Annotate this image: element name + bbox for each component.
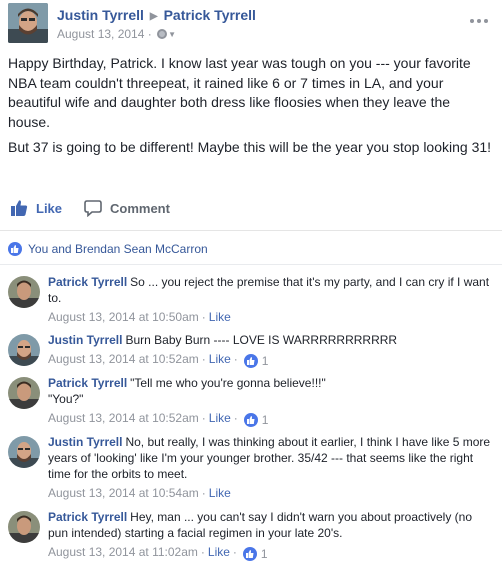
like-reaction-icon: [243, 413, 258, 427]
facebook-post: Justin Tyrrell ▶ Patrick Tyrrell August 13…: [0, 0, 502, 564]
comment-author-link[interactable]: Patrick Tyrrell: [48, 275, 127, 289]
author-avatar[interactable]: [8, 3, 48, 43]
divider: [0, 230, 502, 231]
like-reaction-icon: [8, 242, 22, 256]
comment-content: Patrick Tyrrell "Tell me who you're gonna…: [48, 375, 494, 391]
like-label: Like: [36, 200, 63, 216]
recipient-name-link[interactable]: Patrick Tyrrell: [164, 7, 256, 23]
comment-button[interactable]: Comment: [84, 196, 170, 220]
comment-meta: August 13, 2014 at 10:50am · Like: [48, 310, 231, 324]
comment-meta: August 13, 2014 at 11:02am · Like · 1: [48, 545, 268, 562]
comment-reactions[interactable]: 1: [243, 412, 269, 428]
reactions-summary-text: You and Brendan Sean McCarron: [28, 242, 208, 256]
comment-body: Patrick Tyrrell Hey, man ... you can't sa…: [48, 509, 494, 562]
comment-like-link[interactable]: Like: [209, 352, 231, 366]
comment-author-link[interactable]: Patrick Tyrrell: [48, 376, 127, 390]
more-options-icon[interactable]: [470, 10, 492, 23]
reactions-summary[interactable]: You and Brendan Sean McCarron: [8, 240, 208, 258]
comment-like-link[interactable]: Like: [209, 411, 231, 425]
separator-dot: ·: [147, 27, 152, 41]
comment-like-link[interactable]: Like: [208, 545, 230, 559]
comment-body: Patrick Tyrrell "Tell me who you're gonna…: [48, 375, 494, 428]
comment-reactions[interactable]: 1: [242, 546, 268, 562]
like-button[interactable]: Like: [10, 196, 62, 220]
thumbs-up-icon: [11, 200, 28, 216]
comment-meta: August 13, 2014 at 10:52am · Like · 1: [48, 411, 269, 428]
comment-timestamp[interactable]: August 13, 2014 at 10:52am: [48, 411, 199, 425]
comment-text-line: "You?": [48, 392, 84, 406]
comment-label: Comment: [110, 200, 170, 216]
comment-icon: [84, 200, 102, 217]
comment-content: Justin Tyrrell Burn Baby Burn ---- LOVE I…: [48, 332, 494, 348]
post-meta: August 13, 2014 · ▼: [57, 27, 176, 41]
commenter-avatar[interactable]: [8, 511, 40, 543]
comment-body: Justin Tyrrell No, but really, I was thin…: [48, 434, 494, 501]
post-date[interactable]: August 13, 2014: [57, 27, 144, 41]
commenter-avatar[interactable]: [8, 436, 40, 468]
comment-content: Patrick Tyrrell So ... you reject the pre…: [48, 274, 494, 306]
post-actions: Like Comment: [8, 196, 494, 222]
comment-author-link[interactable]: Patrick Tyrrell: [48, 510, 127, 524]
comment-body: Justin Tyrrell Burn Baby Burn ---- LOVE I…: [48, 332, 494, 369]
post-paragraph: But 37 is going to be different! Maybe t…: [8, 139, 492, 155]
comment-body: Patrick Tyrrell So ... you reject the pre…: [48, 274, 494, 325]
comment-author-link[interactable]: Justin Tyrrell: [48, 333, 122, 347]
comment-author-link[interactable]: Justin Tyrrell: [48, 435, 122, 449]
reaction-count: 1: [261, 354, 269, 368]
comment-text-line: "Tell me who you're gonna believe!!!": [130, 376, 326, 390]
comment-meta: August 13, 2014 at 10:54am · Like: [48, 486, 231, 500]
comment-text: Burn Baby Burn ---- LOVE IS WARRRRRRRRRR…: [125, 333, 398, 347]
divider: [0, 264, 502, 265]
comment-content: Justin Tyrrell No, but really, I was thin…: [48, 434, 494, 482]
comment-timestamp[interactable]: August 13, 2014 at 10:54am: [48, 486, 199, 500]
like-reaction-icon: [242, 547, 257, 561]
commenter-avatar[interactable]: [8, 377, 40, 409]
comment-timestamp[interactable]: August 13, 2014 at 11:02am: [48, 545, 198, 559]
comment-like-link[interactable]: Like: [209, 486, 231, 500]
globe-icon[interactable]: [157, 29, 168, 39]
comment-timestamp[interactable]: August 13, 2014 at 10:52am: [48, 352, 199, 366]
like-reaction-icon: [243, 354, 258, 368]
post-paragraph: Happy Birthday, Patrick. I know last yea…: [8, 55, 471, 130]
comment-like-link[interactable]: Like: [209, 310, 231, 324]
reaction-count: 1: [261, 413, 269, 427]
comment-meta: August 13, 2014 at 10:52am · Like · 1: [48, 352, 269, 369]
arrow-right-icon: ▶: [149, 11, 158, 22]
post-header-names: Justin Tyrrell ▶ Patrick Tyrrell: [57, 7, 256, 23]
post-text: Happy Birthday, Patrick. I know last yea…: [8, 54, 494, 164]
caret-down-icon[interactable]: ▼: [168, 30, 176, 39]
author-name-link[interactable]: Justin Tyrrell: [57, 7, 144, 23]
comment-content: Patrick Tyrrell Hey, man ... you can't sa…: [48, 509, 494, 541]
reaction-count: 1: [260, 547, 268, 561]
commenter-avatar[interactable]: [8, 334, 40, 366]
commenter-avatar[interactable]: [8, 276, 40, 308]
comment-timestamp[interactable]: August 13, 2014 at 10:50am: [48, 310, 199, 324]
comment-reactions[interactable]: 1: [243, 353, 269, 369]
